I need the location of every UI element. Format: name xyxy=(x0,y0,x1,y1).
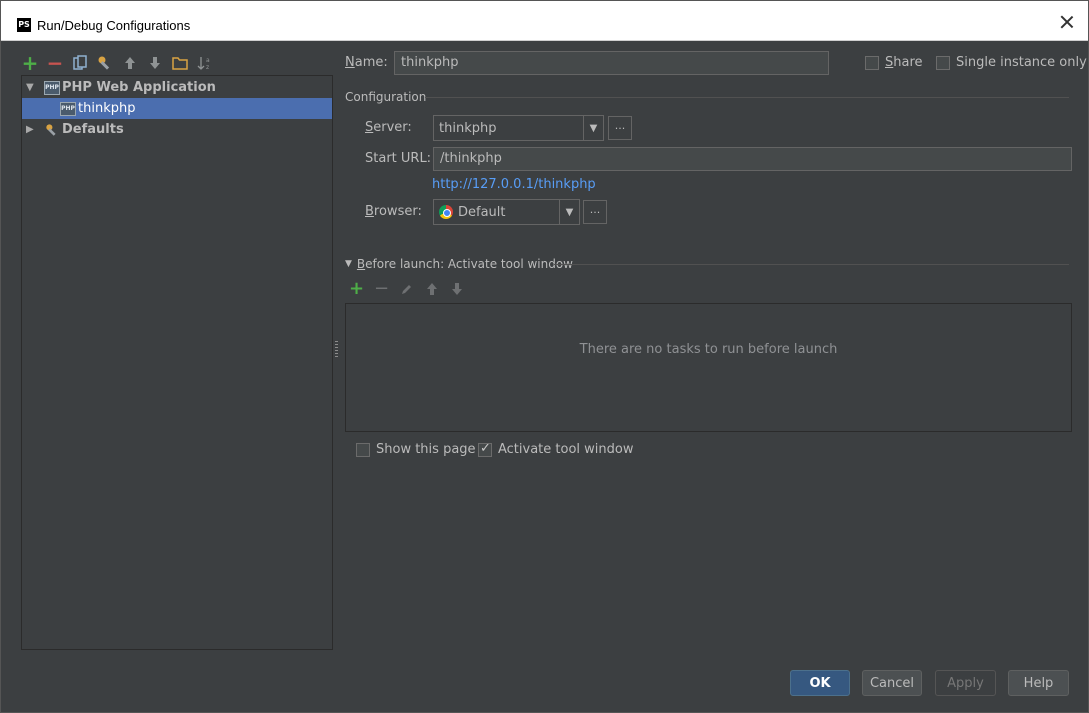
share-checkbox[interactable] xyxy=(865,56,879,70)
dialog-title: Run/Debug Configurations xyxy=(37,18,191,33)
start-url-input[interactable]: /thinkphp xyxy=(433,147,1072,171)
remove-icon[interactable]: − xyxy=(46,53,64,73)
tree-item-label: thinkphp xyxy=(78,101,136,116)
show-page-label: Show this page xyxy=(376,442,476,457)
title-bar: PS Run/Debug Configurations xyxy=(1,1,1088,41)
before-launch-title: Before launch: Activate tool window xyxy=(356,257,573,271)
configuration-separator xyxy=(425,97,1069,98)
browser-value: Default xyxy=(458,204,506,220)
chevron-down-icon[interactable]: ▼ xyxy=(583,116,603,140)
cancel-button[interactable]: Cancel xyxy=(862,670,922,696)
before-launch-toolbar: + − xyxy=(349,278,464,299)
move-task-down-icon[interactable] xyxy=(449,281,464,296)
defaults-wrench-icon xyxy=(44,123,60,137)
configuration-header: Configuration xyxy=(345,90,427,104)
server-label: Server: xyxy=(365,120,412,135)
remove-task-icon[interactable]: − xyxy=(374,278,389,299)
before-launch-task-list[interactable]: There are no tasks to run before launch xyxy=(345,303,1072,432)
expanded-arrow-icon[interactable]: ▼ xyxy=(26,82,38,93)
before-launch-header[interactable]: ▼ Before launch: Activate tool window xyxy=(345,257,573,271)
url-preview-link[interactable]: http://127.0.0.1/thinkphp xyxy=(432,177,596,192)
single-instance-label: Single instance only xyxy=(956,55,1087,70)
browser-value-wrap: Default xyxy=(434,205,559,220)
tree-group-label: PHP Web Application xyxy=(62,80,216,95)
chevron-down-icon[interactable]: ▼ xyxy=(559,200,579,224)
server-combo[interactable]: thinkphp ▼ xyxy=(433,115,604,141)
config-tree: ▼ PHP PHP Web Application PHP thinkphp ▶… xyxy=(21,75,333,650)
tree-item-thinkphp[interactable]: PHP thinkphp xyxy=(22,98,332,119)
tree-group-php-web-app[interactable]: ▼ PHP PHP Web Application xyxy=(22,77,332,98)
edit-defaults-icon[interactable] xyxy=(96,54,114,72)
name-label: Name: xyxy=(345,55,388,70)
sort-icon[interactable]: az xyxy=(196,54,214,72)
collapse-triangle-icon[interactable]: ▼ xyxy=(345,259,352,269)
collapsed-arrow-icon[interactable]: ▶ xyxy=(26,124,38,135)
chrome-icon xyxy=(439,205,453,219)
empty-tasks-message: There are no tasks to run before launch xyxy=(579,342,838,357)
activate-tool-window-checkbox[interactable] xyxy=(478,441,492,457)
tree-group-defaults[interactable]: ▶ Defaults xyxy=(22,119,332,140)
add-task-icon[interactable]: + xyxy=(349,278,364,299)
move-up-icon[interactable] xyxy=(121,54,139,72)
apply-button[interactable]: Apply xyxy=(935,670,996,696)
before-launch-separator xyxy=(554,264,1069,265)
php-web-app-icon: PHP xyxy=(44,80,60,95)
server-value: thinkphp xyxy=(439,120,497,136)
server-browse-button[interactable]: ... xyxy=(608,116,632,140)
run-debug-dialog: PS Run/Debug Configurations + − az ▼ PHP xyxy=(0,0,1089,713)
phpstorm-logo-icon: PS xyxy=(17,18,31,32)
show-page-checkbox[interactable] xyxy=(356,443,370,457)
add-icon[interactable]: + xyxy=(21,53,39,73)
start-url-label: Start URL: xyxy=(365,151,432,166)
copy-icon[interactable] xyxy=(71,54,89,72)
ok-button[interactable]: OK xyxy=(790,670,850,696)
help-button[interactable]: Help xyxy=(1008,670,1069,696)
edit-task-icon[interactable] xyxy=(399,281,414,296)
splitter-handle[interactable] xyxy=(335,341,338,357)
name-input[interactable]: thinkphp xyxy=(394,51,829,75)
svg-text:a: a xyxy=(206,57,210,64)
close-icon[interactable] xyxy=(1058,13,1076,31)
share-label: Share xyxy=(885,55,923,70)
activate-tool-window-label: Activate tool window xyxy=(498,442,634,457)
move-task-up-icon[interactable] xyxy=(424,281,439,296)
move-down-icon[interactable] xyxy=(146,54,164,72)
svg-text:z: z xyxy=(206,64,209,71)
php-config-icon: PHP xyxy=(60,101,76,116)
browser-browse-button[interactable]: ... xyxy=(583,200,607,224)
folder-icon[interactable] xyxy=(171,54,189,72)
browser-combo[interactable]: Default ▼ xyxy=(433,199,580,225)
tree-defaults-label: Defaults xyxy=(62,122,124,137)
config-toolbar: + − az xyxy=(21,53,214,73)
single-instance-checkbox[interactable] xyxy=(936,56,950,70)
browser-label: Browser: xyxy=(365,204,422,219)
